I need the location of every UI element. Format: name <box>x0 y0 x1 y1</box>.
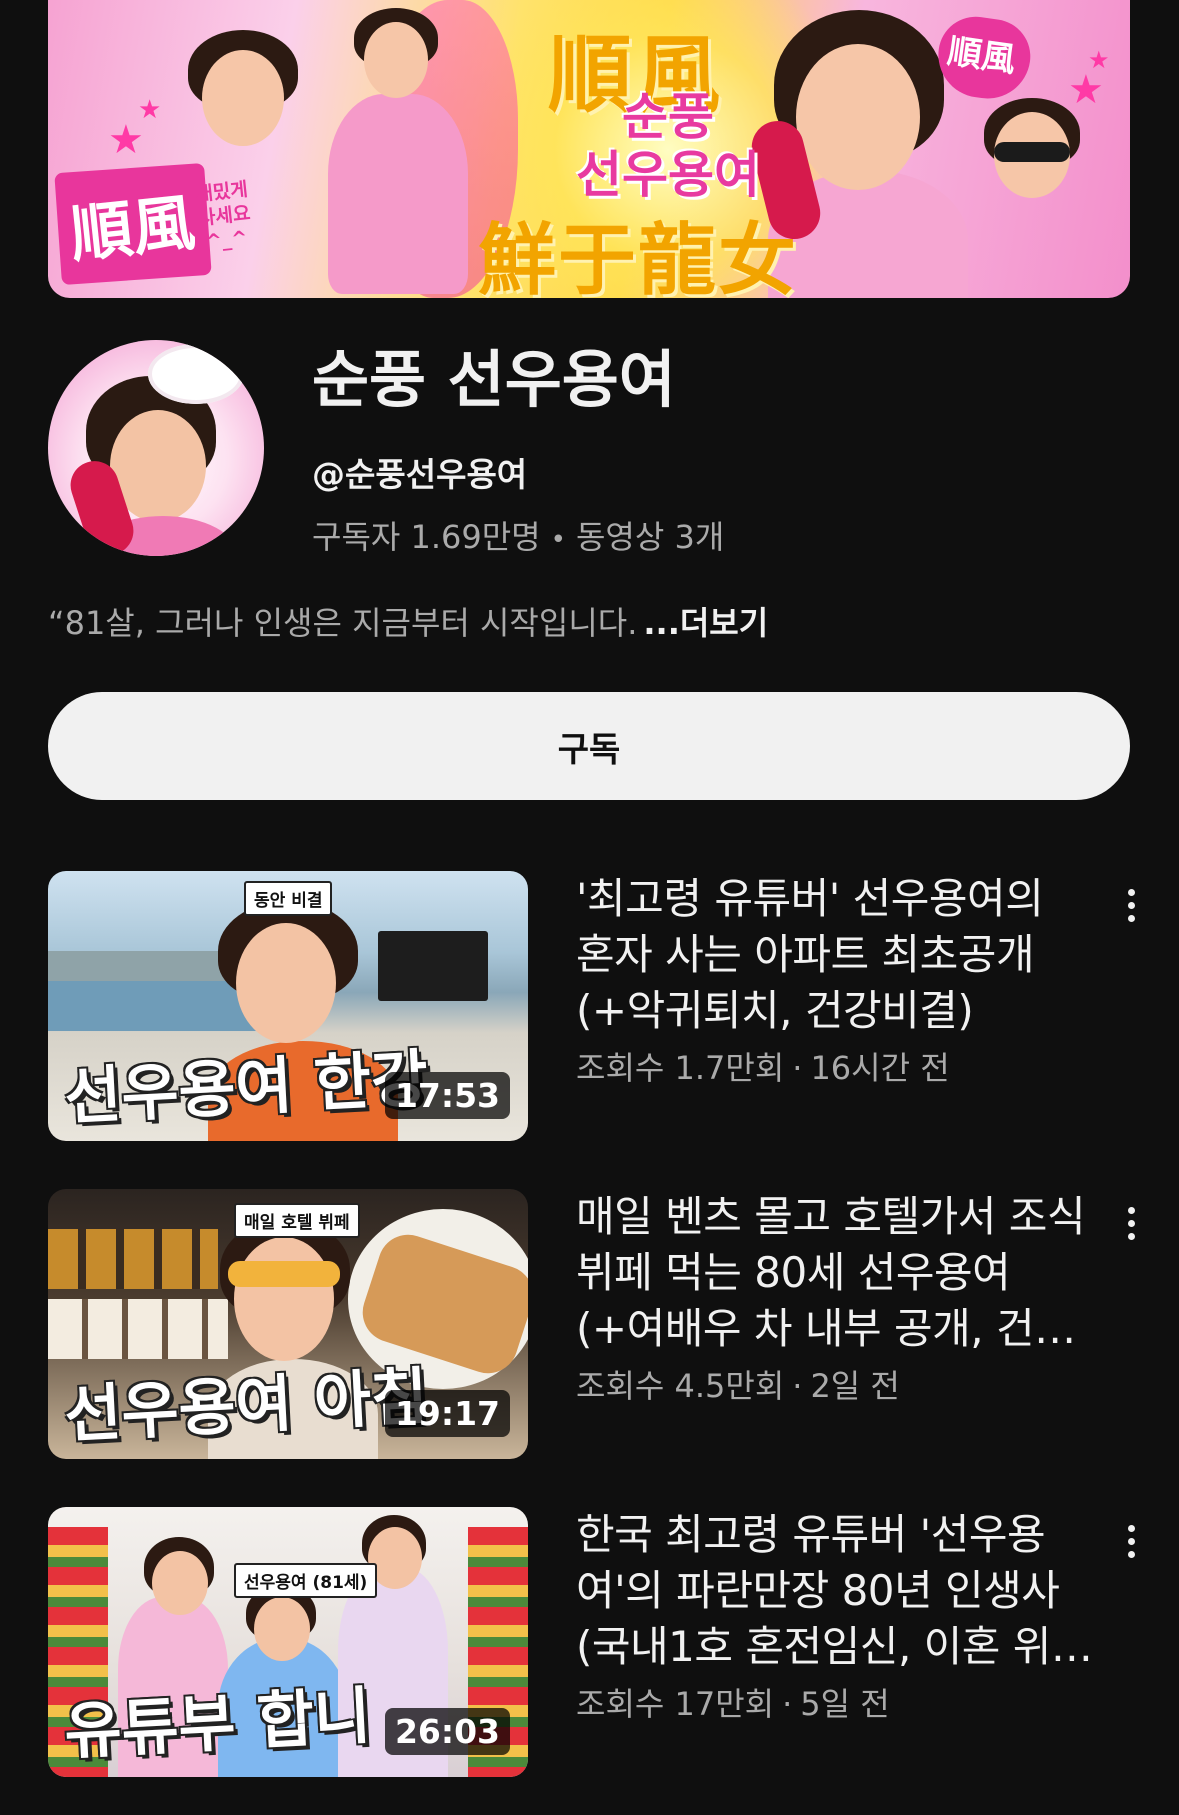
meta-separator: · <box>782 1685 793 1723</box>
banner-stamp-text: 順風 <box>67 185 199 272</box>
view-count: 조회수 1.7만회 <box>576 1049 785 1087</box>
thumb-caption: 유튜부 합니 <box>62 1679 373 1768</box>
star-icon: ★ <box>1088 46 1110 74</box>
video-meta: 조회수 1.7만회 · 16시간 전 <box>576 1043 950 1089</box>
thumb-person-face <box>236 923 336 1043</box>
video-thumbnail[interactable]: 동안 비결 선우용여 한강 17:53 <box>48 871 528 1141</box>
thumb-person-face <box>254 1597 310 1661</box>
video-duration: 26:03 <box>384 1708 510 1755</box>
banner-title-full-name: 鮮于龍女 <box>478 215 799 298</box>
video-thumbnail[interactable]: 선우용여 (81세) 유튜부 합니 26:03 <box>48 1507 528 1777</box>
more-options-icon[interactable] <box>1108 1195 1154 1251</box>
channel-avatar[interactable] <box>48 340 264 556</box>
banner-stamp-note: 재밌게 사세요 ^_^ <box>194 178 252 253</box>
banner-portrait-left <box>168 22 318 172</box>
meta-separator: · <box>792 1367 803 1405</box>
thumb-tv <box>378 931 488 1001</box>
channel-handle: @순풍선우용여 <box>312 455 528 494</box>
video-meta: 조회수 17만회 · 5일 전 <box>576 1679 890 1725</box>
thumb-caption: 선우용여 한강 <box>62 1041 430 1134</box>
video-duration: 17:53 <box>384 1072 510 1119</box>
channel-name: 순풍 선우용여 <box>312 343 676 416</box>
video-item[interactable]: 매일 호텔 뷔페 선우용여 아침 19:17 매일 벤츠 몰고 호텔가서 조식뷔… <box>0 1189 1179 1461</box>
video-title[interactable]: 매일 벤츠 몰고 호텔가서 조식뷔페 먹는 80세 선우용여 (+여배우 차 내… <box>576 1189 1094 1357</box>
star-icon: ★ <box>138 95 162 125</box>
subscriber-count: 구독자 1.69만명 <box>312 518 541 556</box>
thumb-person-face <box>234 1237 334 1361</box>
stats-separator: • <box>550 525 566 555</box>
channel-stats: 구독자 1.69만명 • 동영상 3개 <box>312 512 724 558</box>
video-meta: 조회수 4.5만회 · 2일 전 <box>576 1361 900 1407</box>
video-title[interactable]: 한국 최고령 유튜버 '선우용여'의 파란만장 80년 인생사 (국내1호 혼전… <box>576 1507 1094 1675</box>
video-item[interactable]: 선우용여 (81세) 유튜부 합니 26:03 한국 최고령 유튜버 '선우용여… <box>0 1507 1179 1779</box>
banner-title-korean: 순풍 선우용여 <box>576 88 760 204</box>
description-text: “81살, 그러나 인생은 지금부터 시작입니다. <box>48 604 638 642</box>
channel-description[interactable]: “81살, 그러나 인생은 지금부터 시작입니다. ...더보기 <box>48 598 768 644</box>
view-count: 조회수 17만회 <box>576 1685 775 1723</box>
video-count: 동영상 3개 <box>575 518 725 556</box>
banner-portrait-sunglasses <box>968 92 1098 242</box>
subscribe-button[interactable]: 구독 <box>48 692 1130 800</box>
upload-age: 16시간 전 <box>810 1049 950 1087</box>
video-item[interactable]: 동안 비결 선우용여 한강 17:53 '최고령 유튜버' 선우용여의 혼자 사… <box>0 871 1179 1143</box>
thumb-tag: 선우용여 (81세) <box>234 1563 378 1598</box>
more-link[interactable]: ...더보기 <box>643 604 768 642</box>
thumb-buffet-pots <box>48 1229 218 1289</box>
more-options-icon[interactable] <box>1108 1513 1154 1569</box>
upload-age: 5일 전 <box>800 1685 890 1723</box>
video-duration: 19:17 <box>384 1390 510 1437</box>
banner-heart-text: 順風 <box>945 31 1018 81</box>
video-title[interactable]: '최고령 유튜버' 선우용여의 혼자 사는 아파트 최초공개 (+악귀퇴치, 건… <box>576 871 1094 1039</box>
channel-banner: 順風 재밌게 사세요 ^_^ 順風 順風 순풍 선우용여 鮮于龍女 ★ ★ ★ … <box>48 0 1130 298</box>
meta-separator: · <box>792 1049 803 1087</box>
video-thumbnail[interactable]: 매일 호텔 뷔페 선우용여 아침 19:17 <box>48 1189 528 1459</box>
banner-portrait-center <box>308 4 478 294</box>
thumb-tag: 동안 비결 <box>244 881 333 916</box>
upload-age: 2일 전 <box>810 1367 900 1405</box>
view-count: 조회수 4.5만회 <box>576 1367 785 1405</box>
thumb-person-face <box>152 1551 208 1615</box>
thumb-sunglasses <box>228 1261 340 1287</box>
thumb-tag: 매일 호텔 뷔페 <box>234 1203 360 1238</box>
thumb-buffet-bowls <box>48 1299 228 1359</box>
more-options-icon[interactable] <box>1108 877 1154 933</box>
thumb-caption: 선우용여 아침 <box>62 1359 430 1452</box>
